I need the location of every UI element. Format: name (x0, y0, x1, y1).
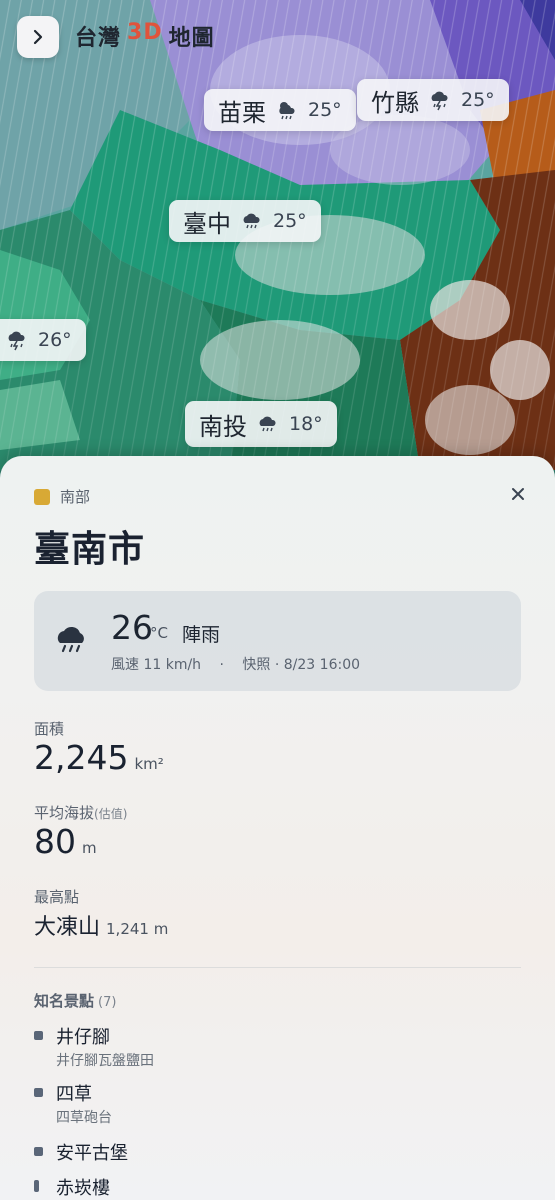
map-label-temp: 26° (38, 329, 72, 351)
attraction-name: 安平古堡 (56, 1143, 128, 1164)
snapshot-time: 快照 · 8/23 16:00 (242, 657, 361, 673)
map-label-hsinchu-county[interactable]: 竹縣 25° (357, 79, 509, 121)
city-name: 臺南市 (34, 529, 146, 570)
map-label-name: 臺中 (183, 209, 231, 238)
map-label-name: 南投 (199, 412, 247, 441)
area-label: 面積 (34, 720, 65, 738)
region-tag: 南部 (34, 486, 90, 507)
attractions-label: 知名景點 (34, 992, 95, 1010)
map-label-temp: 25° (308, 99, 342, 121)
peak-value: 大凍山 1,241 m (34, 909, 168, 941)
app-title: 台灣 3D 地圖 (75, 20, 215, 52)
bullet-icon (34, 1088, 43, 1097)
map-label-name: 竹縣 (371, 88, 419, 117)
weather-meta: 風速 11 km/h · 快照 · 8/23 16:00 (111, 654, 360, 674)
app-title-accent: 3D (127, 20, 163, 45)
attraction-name: 赤崁樓 (56, 1178, 110, 1199)
elevation-label-text: 平均海拔 (34, 804, 95, 822)
attractions-header: 知名景點 (7) (34, 990, 116, 1011)
weather-condition: 陣雨 (182, 624, 221, 646)
weather-card: 26 °C 陣雨 風速 11 km/h · 快照 · 8/23 16:00 (34, 591, 521, 691)
map-label-partial[interactable]: 26° (0, 319, 86, 361)
elevation-label: 平均海拔(估值) (34, 802, 127, 823)
bullet-icon (34, 1031, 43, 1040)
meta-separator: · (219, 657, 224, 673)
map-label-name: 苗栗 (218, 98, 266, 127)
attraction-name: 四草 (56, 1084, 92, 1105)
bullet-icon (34, 1180, 39, 1192)
rain-sun-icon (276, 99, 298, 121)
chevron-right-icon (33, 29, 43, 45)
close-icon (512, 488, 524, 500)
wind-speed: 風速 11 km/h (111, 657, 202, 673)
temperature-unit: °C (150, 624, 168, 642)
elevation-value: 80 m (34, 822, 97, 861)
close-button[interactable] (506, 482, 530, 506)
thunderstorm-icon (6, 329, 28, 351)
peak-height: 1,241 m (106, 920, 169, 938)
map-label-nantou[interactable]: 南投 18° (185, 401, 337, 447)
area-value: 2,245 km² (34, 738, 164, 777)
detail-sheet: 南部 臺南市 26 °C 陣雨 風速 11 km/h · 快照 · 8/23 1… (0, 456, 555, 1200)
rain-icon (257, 413, 279, 435)
map-label-miaoli[interactable]: 苗栗 25° (204, 89, 356, 131)
attraction-desc: 井仔腳瓦盤鹽田 (56, 1053, 154, 1069)
elevation-number: 80 (34, 822, 76, 861)
peak-label: 最高點 (34, 888, 80, 906)
area-number: 2,245 (34, 738, 129, 777)
attractions-count: (7) (98, 995, 117, 1010)
elevation-note: (估值) (94, 807, 128, 821)
thunderstorm-icon (429, 89, 451, 111)
map-label-taichung[interactable]: 臺中 25° (169, 200, 321, 242)
attraction-name: 井仔腳 (56, 1027, 110, 1048)
map-label-temp: 25° (273, 210, 307, 232)
rain-icon (54, 621, 90, 661)
region-label: 南部 (60, 488, 91, 506)
section-divider (34, 967, 521, 968)
area-unit: km² (134, 755, 164, 773)
elevation-unit: m (82, 839, 97, 857)
app-title-suffix: 地圖 (168, 26, 215, 51)
bullet-icon (34, 1147, 43, 1156)
back-button[interactable] (17, 16, 59, 58)
attraction-desc: 四草砲台 (56, 1110, 112, 1126)
peak-name: 大凍山 (34, 915, 101, 940)
region-color-swatch (34, 488, 50, 505)
map-label-temp: 18° (289, 413, 323, 435)
current-temperature: 26 (111, 608, 153, 647)
map-label-temp: 25° (461, 89, 495, 111)
rain-icon (241, 210, 263, 232)
app-title-prefix: 台灣 (75, 26, 122, 51)
